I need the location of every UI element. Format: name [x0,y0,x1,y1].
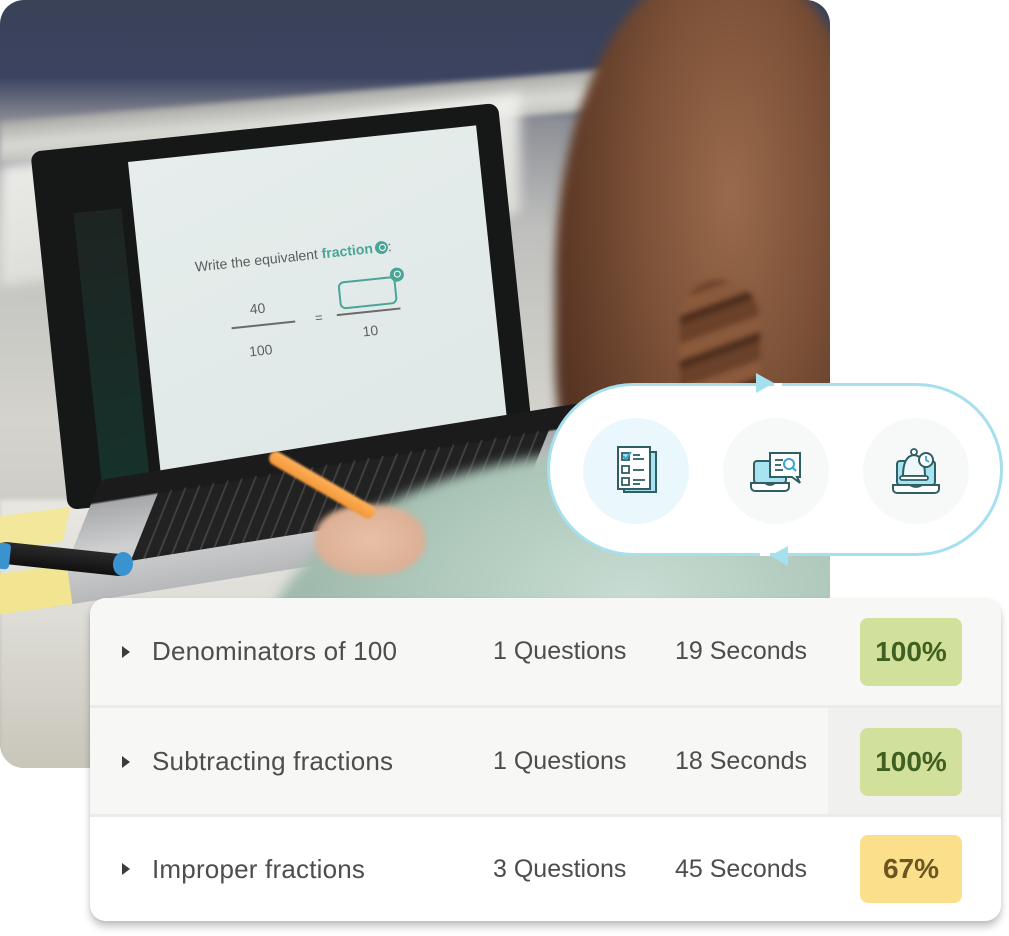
answer-hint-icon[interactable] [389,266,405,283]
cycle-step-review[interactable] [723,418,829,524]
cycle-gap [774,383,782,386]
cycle-gap [760,553,770,556]
cycle-step-assess[interactable] [583,418,689,524]
quiz-prompt-keyword[interactable]: fraction [321,240,374,261]
expand-caret-icon[interactable] [122,645,130,658]
expand-caret-icon[interactable] [122,863,130,875]
table-row[interactable]: Subtracting fractions 1 Questions 18 Sec… [90,708,1001,815]
table-row[interactable]: Denominators of 100 1 Questions 19 Secon… [90,598,1001,705]
expand-caret-icon[interactable] [122,755,130,768]
left-denominator: 100 [248,341,274,360]
question-count: 1 Questions [493,747,627,775]
laptop-bell-reminder-icon [892,448,940,494]
score-badge: 100% [860,617,962,686]
quiz-question: Write the equivalent fraction: 40 100 = … [180,193,456,389]
answer-input[interactable] [337,275,398,310]
results-table: Denominators of 100 1 Questions 19 Secon… [90,598,1001,921]
left-numerator: 40 [248,299,267,318]
table-row[interactable]: Improper fractions 3 Questions 45 Second… [90,817,1001,921]
left-fraction-bar [231,320,296,330]
learning-cycle [547,373,1003,566]
score-badge: 67% [860,835,962,903]
time-spent: 19 Seconds [675,637,808,665]
laptop-search-icon [750,452,801,492]
time-spent: 45 Seconds [675,854,808,883]
cycle-arrow-right-icon [756,373,774,393]
topic-name: Denominators of 100 [152,636,398,666]
hint-bulb-icon[interactable] [374,240,389,255]
equals-sign: = [314,309,324,326]
topic-name: Improper fractions [152,853,366,884]
cycle-arrow-left-icon [770,546,788,566]
quiz-prompt: Write the equivalent fraction: [194,238,392,275]
topic-name: Subtracting fractions [152,746,394,776]
question-count: 3 Questions [493,854,627,883]
score-badge: 100% [860,727,962,796]
time-spent: 18 Seconds [675,747,808,775]
checklist-icon [617,446,657,493]
question-count: 1 Questions [493,637,627,665]
right-denominator: 10 [361,321,379,340]
quiz-prompt-text: Write the equivalent [194,245,323,275]
cycle-step-remind[interactable] [863,418,969,524]
